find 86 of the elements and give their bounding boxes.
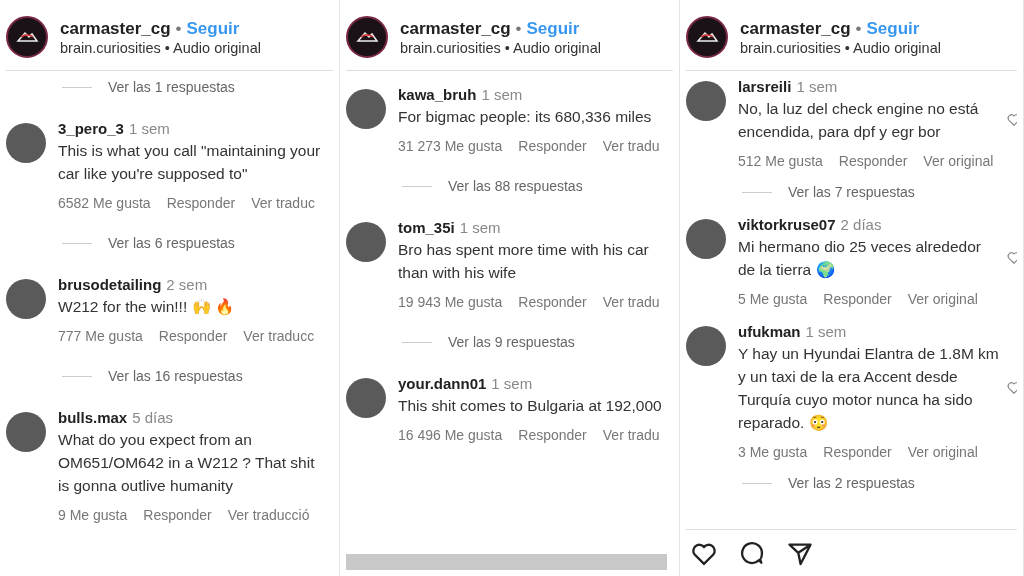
- avatar-placeholder[interactable]: [686, 219, 726, 259]
- reply-link[interactable]: Responder: [518, 294, 587, 310]
- translation-link[interactable]: Ver original: [907, 291, 978, 307]
- reply-link[interactable]: Responder: [823, 291, 892, 307]
- likes-count[interactable]: 777 Me gusta: [58, 328, 143, 344]
- avatar-placeholder[interactable]: [6, 123, 46, 163]
- comment-text: Bro has spent more time with his car than with his wife: [398, 240, 650, 283]
- comment-time: 1 sem: [128, 119, 170, 139]
- comment-text: Y hay un Hyundai Elantra de 1.8M km y un taxi de la era Accent desde Turquía cuyo motor nunca ha sido reparado. 😳: [738, 344, 1000, 433]
- logo-avatar[interactable]: [6, 16, 48, 58]
- comment-username[interactable]: brusodetailing: [58, 275, 162, 295]
- view-replies-link[interactable]: Ver las 16 respuestas: [108, 368, 243, 384]
- follow-link[interactable]: Seguir: [866, 18, 920, 40]
- translation-link[interactable]: Ver tradu: [602, 294, 660, 310]
- separator-dot: •: [175, 18, 182, 40]
- comment-time: 1 sem: [805, 322, 847, 342]
- likes-count[interactable]: 3 Me gusta: [738, 444, 808, 460]
- reply-link[interactable]: Responder: [823, 444, 892, 460]
- reply-link[interactable]: Responder: [166, 195, 236, 211]
- comment-username[interactable]: bulls.max: [58, 408, 128, 428]
- comment-text: No, la luz del check engine no está encendida, para dpf y egr bor: [738, 99, 980, 142]
- comment-time: 5 días: [132, 408, 174, 428]
- translation-link[interactable]: Ver original: [923, 153, 994, 169]
- avatar-placeholder[interactable]: [346, 222, 386, 262]
- comment-username[interactable]: your.dann01: [398, 374, 487, 394]
- likes-count[interactable]: 512 Me gusta: [738, 153, 823, 169]
- separator-dot: •: [515, 18, 522, 40]
- comment-time: 2 sem: [166, 275, 208, 295]
- comment-username[interactable]: viktorkruse07: [738, 215, 836, 235]
- comment-text: Mi hermano dio 25 veces alrededor de la tierra 🌍: [738, 237, 982, 280]
- comment-text: For bigmac people: its 680,336 miles: [398, 107, 653, 127]
- view-replies-link[interactable]: Ver las 6 respuestas: [108, 235, 235, 251]
- reply-link[interactable]: Responder: [518, 427, 587, 443]
- comment-time: 2 días: [840, 215, 882, 235]
- comment-time: 1 sem: [481, 85, 523, 105]
- avatar-placeholder[interactable]: [686, 326, 726, 366]
- comment-username[interactable]: larsreili: [738, 77, 792, 97]
- translation-link[interactable]: Ver tradu: [602, 427, 660, 443]
- likes-count[interactable]: 9 Me gusta: [58, 507, 128, 523]
- comment-text: What do you expect from an OM651/OM642 in a W212 ? That shit is gonna outlive humanity: [58, 430, 316, 496]
- logo-avatar[interactable]: [686, 16, 728, 58]
- comment-text: W212 for the win!!! 🙌 🔥: [58, 297, 235, 317]
- follow-link[interactable]: Seguir: [526, 18, 580, 40]
- comment-username[interactable]: ufukman: [738, 322, 801, 342]
- comment-username[interactable]: kawa_bruh: [398, 85, 477, 105]
- comment-time: 1 sem: [459, 218, 501, 238]
- scrollbar[interactable]: [346, 554, 667, 570]
- reply-link[interactable]: Responder: [158, 328, 228, 344]
- likes-count[interactable]: 5 Me gusta: [738, 291, 808, 307]
- reply-link[interactable]: Responder: [143, 507, 212, 523]
- follow-link[interactable]: Seguir: [186, 18, 240, 40]
- view-replies-link[interactable]: Ver las 7 respuestas: [788, 184, 915, 200]
- comment-time: 1 sem: [491, 374, 533, 394]
- likes-count[interactable]: 6582 Me gusta: [58, 195, 151, 211]
- comment-time: 1 sem: [796, 77, 838, 97]
- translation-link[interactable]: Ver tradu: [602, 138, 660, 154]
- translation-link[interactable]: Ver traducció: [227, 507, 310, 523]
- translation-link[interactable]: Ver original: [907, 444, 978, 460]
- separator-dot: •: [855, 18, 862, 40]
- reply-link[interactable]: Responder: [518, 138, 587, 154]
- comment-text: This shit comes to Bulgaria at 192,000: [398, 396, 663, 416]
- avatar-placeholder[interactable]: [346, 378, 386, 418]
- avatar-placeholder[interactable]: [686, 81, 726, 121]
- avatar-placeholder[interactable]: [6, 279, 46, 319]
- audio-info[interactable]: brain.curiosities • Audio original: [400, 40, 601, 56]
- reply-link[interactable]: Responder: [838, 153, 908, 169]
- comment-text: This is what you call "maintaining your car like you're supposed to": [58, 141, 322, 184]
- audio-info[interactable]: brain.curiosities • Audio original: [740, 40, 941, 56]
- avatar-placeholder[interactable]: [346, 89, 386, 129]
- account-name[interactable]: carmaster_cg: [60, 18, 171, 40]
- likes-count[interactable]: 31 273 Me gusta: [398, 138, 503, 154]
- view-replies-link[interactable]: Ver las 1 respuestas: [108, 79, 235, 95]
- account-name[interactable]: carmaster_cg: [400, 18, 511, 40]
- translation-link[interactable]: Ver traducc: [243, 328, 315, 344]
- account-name[interactable]: carmaster_cg: [740, 18, 851, 40]
- likes-count[interactable]: 16 496 Me gusta: [398, 427, 503, 443]
- avatar-placeholder[interactable]: [6, 412, 46, 452]
- view-replies-link[interactable]: Ver las 2 respuestas: [788, 475, 915, 491]
- comment-username[interactable]: 3_pero_3: [58, 119, 124, 139]
- logo-avatar[interactable]: [346, 16, 388, 58]
- comment-username[interactable]: tom_35i: [398, 218, 455, 238]
- view-replies-link[interactable]: Ver las 88 respuestas: [448, 178, 583, 194]
- view-replies-link[interactable]: Ver las 9 respuestas: [448, 334, 575, 350]
- translation-link[interactable]: Ver traduc: [251, 195, 315, 211]
- likes-count[interactable]: 19 943 Me gusta: [398, 294, 503, 310]
- audio-info[interactable]: brain.curiosities • Audio original: [60, 40, 261, 56]
